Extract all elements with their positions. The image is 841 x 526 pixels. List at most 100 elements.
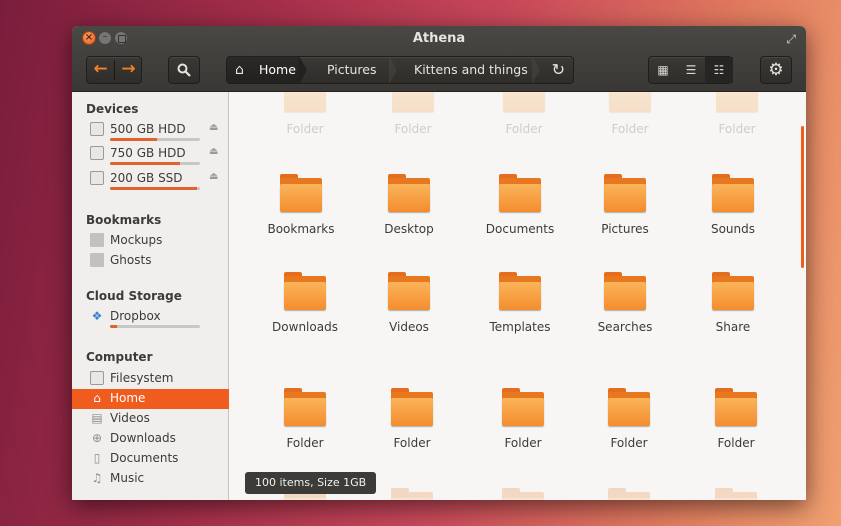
folder-name: Desktop [384, 222, 434, 236]
eject-icon[interactable]: ⏏ [209, 171, 218, 182]
sidebar-item-mockups[interactable]: Mockups [72, 231, 229, 251]
folder-name: Pictures [601, 222, 649, 236]
sidebar-item-label: Music [110, 471, 145, 485]
folder-item[interactable] [579, 488, 679, 500]
sidebar-item-music[interactable]: ♫ Music [72, 469, 229, 489]
folder-icon [604, 174, 646, 212]
folder-item-share[interactable]: Share [683, 272, 783, 334]
usage-bar [110, 325, 200, 328]
folder-icon [284, 92, 326, 112]
folder-name: Folder [505, 122, 543, 136]
folder-item[interactable]: Folder [363, 92, 463, 136]
folder-name: Folder [610, 436, 648, 450]
cloud-heading: Cloud Storage [86, 289, 182, 303]
fullscreen-icon[interactable]: ⤢ [786, 32, 796, 47]
folder-item-sounds[interactable]: Sounds [683, 174, 783, 236]
sidebar-item-documents[interactable]: ▯ Documents [72, 449, 229, 469]
folder-item[interactable] [686, 488, 786, 500]
folder-item[interactable]: Folder [473, 388, 573, 450]
folder-item[interactable]: Folder [687, 92, 787, 136]
folder-name: Downloads [272, 320, 338, 334]
refresh-icon[interactable]: ↻ [552, 57, 565, 83]
sidebar-item-filesystem[interactable]: Filesystem [72, 369, 229, 389]
home-icon: ⌂ [235, 62, 244, 78]
folder-icon [716, 92, 758, 112]
back-button[interactable]: ← [87, 59, 114, 79]
folder-item[interactable]: Folder [580, 92, 680, 136]
vertical-scrollbar[interactable] [801, 126, 804, 268]
folder-item[interactable] [362, 488, 462, 500]
folder-item-bookmarks[interactable]: Bookmarks [251, 174, 351, 236]
folder-icon [499, 174, 541, 212]
folder-item-videos[interactable]: Videos [359, 272, 459, 334]
folder-item[interactable]: Folder [474, 92, 574, 136]
folder-item[interactable]: Folder [362, 388, 462, 450]
folder-name: Folder [286, 122, 324, 136]
folder-item-templates[interactable]: Templates [470, 272, 570, 334]
breadcrumb-home[interactable]: ⌂ Home [227, 57, 299, 83]
list-view-icon[interactable]: ☰ [677, 57, 705, 83]
breadcrumb-pictures[interactable]: Pictures [327, 57, 377, 83]
folder-icon [391, 488, 433, 500]
film-icon: ▤ [91, 411, 103, 425]
sidebar-item-home[interactable]: ⌂ Home [72, 389, 229, 409]
folder-item-pictures[interactable]: Pictures [575, 174, 675, 236]
folder-item[interactable]: Folder [686, 388, 786, 450]
sidebar-item-videos[interactable]: ▤ Videos [72, 409, 229, 429]
sidebar-item-label: Mockups [110, 233, 163, 247]
folder-item[interactable]: Folder [255, 92, 355, 136]
titlebar: × – Athena ⤢ ← → ⌂ Home Pictures Kittens… [72, 26, 806, 92]
folder-item-downloads[interactable]: Downloads [255, 272, 355, 334]
icon-view-icon[interactable]: ▦ [649, 57, 677, 83]
sidebar-item-dropbox[interactable]: ❖ Dropbox [72, 307, 229, 328]
eject-icon[interactable]: ⏏ [209, 122, 218, 133]
folder-icon [90, 233, 104, 247]
settings-button[interactable]: ⚙ [760, 56, 792, 84]
sidebar-item-200gb[interactable]: 200 GB SSD ⏏ [72, 169, 229, 190]
folder-name: Share [715, 320, 751, 334]
sidebar-item-label: Downloads [110, 431, 176, 445]
folder-name: Folder [394, 122, 432, 136]
folder-icon [284, 272, 326, 310]
folder-name: Documents [485, 222, 555, 236]
sidebar-item-ghosts[interactable]: Ghosts [72, 251, 229, 271]
status-bar: 100 items, Size 1GB [245, 472, 377, 494]
sidebar-item-750gb[interactable]: 750 GB HDD ⏏ [72, 144, 229, 165]
compact-view-icon[interactable]: ☷ [705, 57, 733, 83]
folder-icon [503, 92, 545, 112]
folder-name: Folder [611, 122, 649, 136]
sidebar-item-label: 500 GB HDD [110, 122, 186, 136]
folder-icon [609, 92, 651, 112]
folder-item[interactable]: Folder [255, 388, 355, 450]
folder-item[interactable]: Folder [579, 388, 679, 450]
folder-name: Folder [717, 436, 755, 450]
music-icon: ♫ [91, 471, 103, 485]
document-icon: ▯ [93, 451, 101, 465]
sidebar-item-downloads[interactable]: ⊕ Downloads [72, 429, 229, 449]
sidebar-item-label: Home [110, 391, 146, 405]
folder-item[interactable] [473, 488, 573, 500]
folder-icon [608, 488, 650, 500]
search-button[interactable] [168, 56, 200, 84]
file-manager-window: × – Athena ⤢ ← → ⌂ Home Pictures Kittens… [72, 26, 806, 500]
breadcrumb-home-label: Home [259, 62, 296, 77]
folder-icon [392, 92, 434, 112]
sidebar-item-label: Filesystem [110, 371, 174, 385]
forward-button[interactable]: → [115, 59, 142, 79]
breadcrumb-separator [389, 57, 397, 83]
folder-icon [388, 174, 430, 212]
breadcrumb-kittens[interactable]: Kittens and things [414, 57, 528, 83]
search-icon [177, 63, 191, 77]
folder-item-documents[interactable]: Documents [470, 174, 570, 236]
folder-name: Sounds [710, 222, 756, 236]
eject-icon[interactable]: ⏏ [209, 146, 218, 157]
folder-name: Bookmarks [267, 222, 335, 236]
download-icon: ⊕ [91, 431, 103, 445]
folder-item-desktop[interactable]: Desktop [359, 174, 459, 236]
gear-icon: ⚙ [768, 60, 784, 80]
breadcrumb-separator [299, 57, 307, 83]
sidebar-item-500gb[interactable]: 500 GB HDD ⏏ [72, 120, 229, 141]
folder-item-searches[interactable]: Searches [575, 272, 675, 334]
folder-icon [284, 388, 326, 426]
sidebar-item-label: Ghosts [110, 253, 152, 267]
